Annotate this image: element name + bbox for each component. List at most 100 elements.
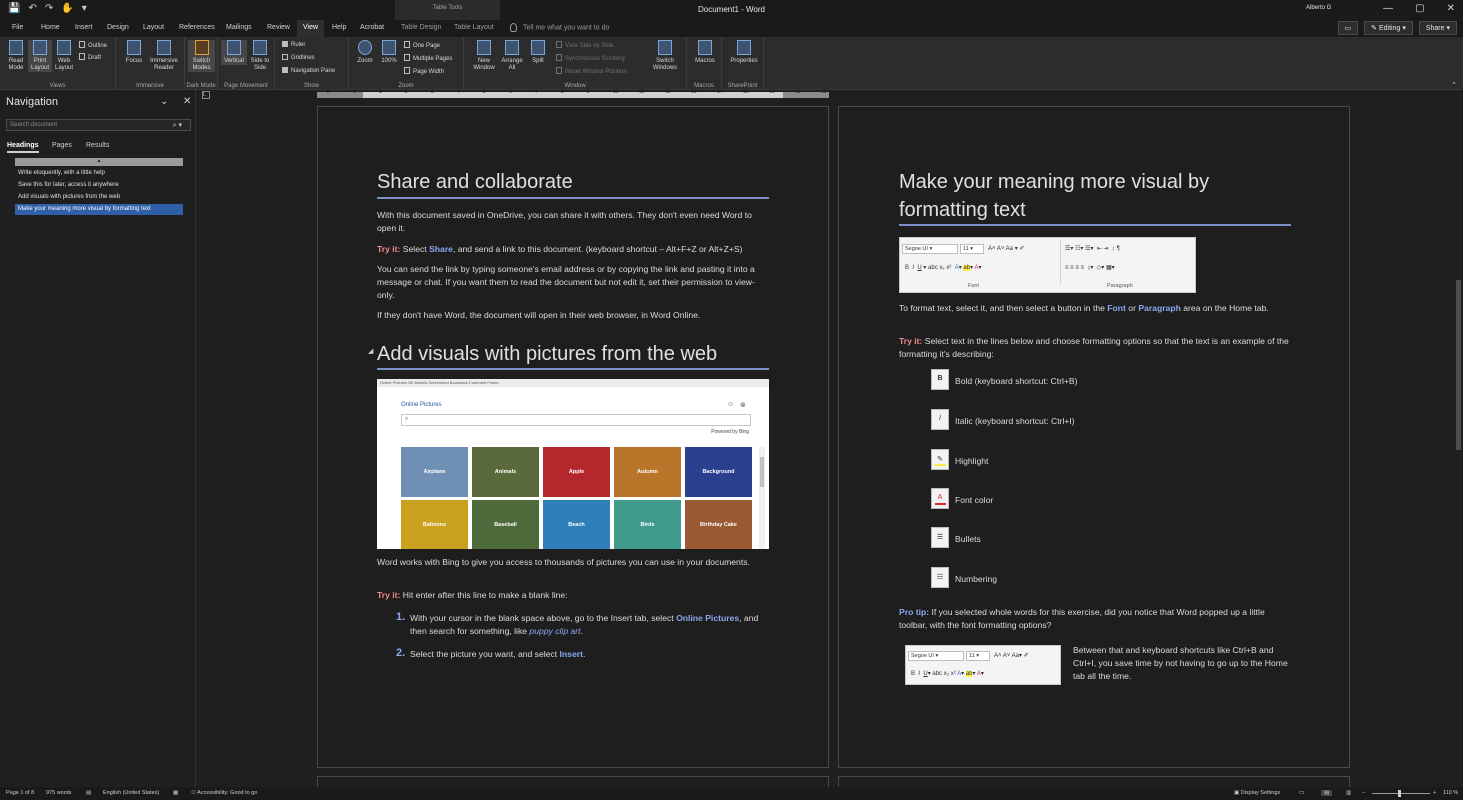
synchronous-scrolling-button[interactable]: Synchronous Scrolling bbox=[556, 54, 625, 62]
ruler-checkbox[interactable]: Ruler bbox=[282, 41, 305, 48]
properties-button[interactable]: Properties bbox=[726, 40, 762, 65]
editing-mode-button[interactable]: ✎ Editing ▾ bbox=[1364, 21, 1413, 35]
tab-insert[interactable]: Insert bbox=[75, 24, 93, 31]
zoom-slider-thumb[interactable] bbox=[1398, 790, 1401, 797]
vertical-button[interactable]: Vertical bbox=[221, 40, 247, 65]
focus-button[interactable]: Focus bbox=[121, 40, 147, 65]
page-4[interactable] bbox=[838, 776, 1350, 787]
side-to-side-label: Side to Side bbox=[250, 58, 270, 71]
user-name[interactable]: Alberto G bbox=[1306, 5, 1331, 11]
maximize-icon[interactable]: ▢ bbox=[1415, 3, 1424, 14]
print-layout-view-icon[interactable]: ▤ bbox=[1321, 790, 1333, 796]
collapse-ribbon-icon[interactable]: ⌃ bbox=[1451, 81, 1457, 89]
macro-record-icon[interactable]: ▦ bbox=[173, 790, 178, 796]
side-to-side-button[interactable]: Side to Side bbox=[247, 40, 273, 72]
font-color-sample-icon: A bbox=[931, 488, 949, 509]
view-side-by-side-icon bbox=[556, 41, 562, 48]
language[interactable]: English (United States) bbox=[103, 790, 159, 796]
tab-selector-icon[interactable]: L bbox=[202, 91, 210, 99]
tab-headings[interactable]: Headings bbox=[7, 142, 39, 153]
navigation-pane-checkbox[interactable]: Navigation Pane bbox=[282, 67, 335, 74]
page-count[interactable]: Page 1 of 8 bbox=[6, 790, 34, 796]
zoom-percent[interactable]: 110 % bbox=[1443, 790, 1458, 796]
tell-me-search[interactable]: Tell me what you want to do bbox=[510, 23, 609, 32]
page-width-label: Page Width bbox=[413, 69, 445, 75]
arrange-all-button[interactable]: Arrange All bbox=[498, 40, 526, 72]
tab-layout[interactable]: Layout bbox=[143, 24, 164, 31]
multiple-pages-button[interactable]: Multiple Pages bbox=[404, 54, 452, 62]
tab-home[interactable]: Home bbox=[41, 24, 60, 31]
macros-button[interactable]: Macros bbox=[691, 40, 719, 65]
share-button[interactable]: Share ▾ bbox=[1418, 21, 1457, 35]
view-side-by-side-button[interactable]: View Side by Side bbox=[556, 41, 613, 49]
gridlines-checkbox[interactable]: Gridlines bbox=[282, 54, 315, 61]
document-canvas[interactable]: Share and collaborate With this document… bbox=[200, 100, 1454, 787]
tab-acrobat[interactable]: Acrobat bbox=[360, 24, 384, 31]
outline-button[interactable]: Outline bbox=[79, 41, 107, 49]
ruler-number: 1 bbox=[379, 89, 382, 95]
immersive-reader-button[interactable]: Immersive Reader bbox=[147, 40, 181, 72]
scroll-thumb[interactable] bbox=[1456, 280, 1461, 450]
reset-window-position-icon bbox=[556, 67, 562, 74]
split-button[interactable]: Split bbox=[526, 40, 550, 65]
read-mode-view-icon[interactable]: ▭ bbox=[1299, 790, 1304, 796]
search-document-input[interactable]: Search document ⌕ ▾ bbox=[6, 119, 191, 131]
zoom-slider[interactable] bbox=[1372, 790, 1430, 797]
word-count[interactable]: 975 words bbox=[46, 790, 71, 796]
zoom-out-icon[interactable]: − bbox=[1362, 790, 1365, 796]
try-it-paragraph: Try it: Select Share, and send a link to… bbox=[377, 243, 772, 256]
page-1[interactable]: Share and collaborate With this document… bbox=[317, 106, 829, 768]
new-window-button[interactable]: New Window bbox=[470, 40, 498, 72]
tab-help[interactable]: Help bbox=[332, 24, 346, 31]
page-movement-group-label: Page Movement bbox=[224, 83, 268, 89]
page-2[interactable]: Make your meaning more visual by formatt… bbox=[838, 106, 1350, 768]
tab-mailings[interactable]: Mailings bbox=[226, 24, 252, 31]
web-layout-view-icon[interactable]: ▥ bbox=[1346, 790, 1351, 796]
zoom-100-button[interactable]: 100% bbox=[377, 40, 401, 65]
collapse-heading-icon[interactable]: ◢ bbox=[368, 347, 373, 355]
dialog-close-icon: ⊗ bbox=[740, 402, 746, 409]
reset-window-position-button[interactable]: Reset Window Position bbox=[556, 67, 627, 75]
format-item-label: Numbering bbox=[955, 574, 998, 584]
tab-table-layout[interactable]: Table Layout bbox=[454, 24, 494, 31]
tab-results[interactable]: Results bbox=[86, 142, 109, 149]
tab-pages[interactable]: Pages bbox=[52, 142, 72, 149]
close-pane-icon[interactable]: ✕ bbox=[183, 96, 191, 107]
accessibility-status[interactable]: ⚇ Accessibility: Good to go bbox=[191, 790, 257, 796]
search-icon[interactable]: ⌕ ▾ bbox=[173, 121, 182, 130]
nav-heading-item[interactable]: Add visuals with pictures from the web bbox=[15, 192, 183, 203]
tab-file[interactable]: File bbox=[12, 24, 23, 31]
page-movement-group: Vertical Side to Side Page Movement bbox=[218, 37, 275, 90]
insert-keyword: Insert bbox=[559, 649, 583, 659]
horizontal-ruler[interactable]: L 2 1 1 2 3 4 5 6 7 8 9 10 11 12 13 14 15 16 18 19 bbox=[200, 89, 1463, 100]
minimize-icon[interactable]: — bbox=[1383, 3, 1393, 14]
display-settings-button[interactable]: ▣ Display Settings bbox=[1234, 790, 1280, 796]
print-layout-button[interactable]: Print Layout bbox=[28, 40, 52, 72]
switch-windows-button[interactable]: Switch Windows bbox=[646, 40, 684, 72]
text-run: area on the Home tab. bbox=[1180, 303, 1269, 313]
web-layout-button[interactable]: Web Layout bbox=[52, 40, 76, 72]
tab-design[interactable]: Design bbox=[107, 24, 129, 31]
page-3[interactable] bbox=[317, 776, 829, 787]
nav-heading-item-selected[interactable]: Make your meaning more visual by formatt… bbox=[15, 204, 183, 215]
nav-heading-item[interactable]: Save this for later, access it anywhere bbox=[15, 180, 183, 191]
close-icon[interactable]: ✕ bbox=[1447, 3, 1455, 14]
tab-view[interactable]: View bbox=[297, 20, 325, 37]
page-width-button[interactable]: Page Width bbox=[404, 67, 444, 75]
tab-review[interactable]: Review bbox=[267, 24, 290, 31]
read-mode-button[interactable]: Read Mode bbox=[4, 40, 28, 72]
tab-references[interactable]: References bbox=[179, 24, 215, 31]
tab-table-design[interactable]: Table Design bbox=[401, 24, 441, 31]
nav-heading-item[interactable]: Write eloquently, with a little help bbox=[15, 168, 183, 179]
zoom-in-icon[interactable]: + bbox=[1433, 790, 1436, 796]
proofing-icon[interactable]: ▤ bbox=[86, 790, 91, 796]
vertical-scrollbar[interactable] bbox=[1454, 100, 1463, 787]
switch-modes-button[interactable]: Switch Modes bbox=[188, 40, 215, 72]
chevron-down-icon[interactable]: ⌄ bbox=[160, 96, 168, 107]
format-item-label: Italic (keyboard shortcut: Ctrl+I) bbox=[955, 416, 1075, 426]
heading-collapse-bar[interactable]: ▲ bbox=[15, 158, 183, 166]
one-page-button[interactable]: One Page bbox=[404, 41, 440, 49]
draft-button[interactable]: Draft bbox=[79, 53, 101, 61]
comments-button[interactable]: ▭ bbox=[1337, 21, 1359, 35]
zoom-button[interactable]: Zoom bbox=[354, 40, 376, 65]
